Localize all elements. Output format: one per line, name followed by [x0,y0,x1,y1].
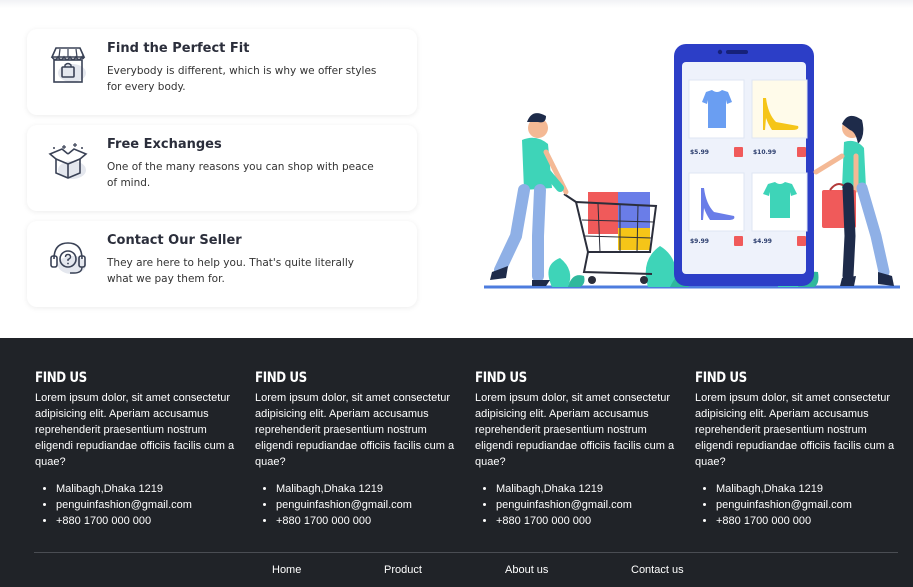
footer-text: Lorem ipsum dolor, sit amet consectetur … [35,392,235,468]
footer-address: Malibagh,Dhaka 1219 [496,481,675,497]
price-label: $4.99 [753,238,772,245]
footer-heading: FIND US [695,370,747,386]
store-icon [46,43,90,87]
feature-card-free-exchanges: Free Exchanges One of the many reasons y… [27,125,417,211]
features-section: Find the Perfect Fit Everybody is differ… [0,0,913,338]
footer-email[interactable]: penguinfashion@gmail.com [56,497,235,513]
feature-title: Contact Our Seller [107,233,242,248]
feature-card-perfect-fit: Find the Perfect Fit Everybody is differ… [27,29,417,115]
footer-contact-list: Malibagh,Dhaka 1219 penguinfashion@gmail… [475,481,675,529]
footer-phone[interactable]: +880 1700 000 000 [496,513,675,529]
footer-heading: FIND US [475,370,527,386]
site-footer: FIND US Lorem ipsum dolor, sit amet cons… [0,338,913,587]
feature-description: One of the many reasons you can shop wit… [107,161,374,189]
footer-contact-list: Malibagh,Dhaka 1219 penguinfashion@gmail… [255,481,455,529]
footer-email[interactable]: penguinfashion@gmail.com [496,497,675,513]
online-shopping-illustration: $5.99 $10.99 $9.99 $4.99 [480,40,905,295]
footer-email[interactable]: penguinfashion@gmail.com [716,497,895,513]
footer-column-find-us: FIND US Lorem ipsum dolor, sit amet cons… [695,370,895,529]
footer-heading: FIND US [255,370,307,386]
price-label: $9.99 [690,238,709,245]
feature-description: Everybody is different, which is why we … [107,65,377,93]
footer-phone[interactable]: +880 1700 000 000 [716,513,895,529]
footer-column-find-us: FIND US Lorem ipsum dolor, sit amet cons… [475,370,675,529]
feature-title: Free Exchanges [107,137,222,152]
feature-card-contact-seller: Contact Our Seller They are here to help… [27,221,417,307]
feature-description: They are here to help you. That's quite … [107,257,354,285]
price-label: $5.99 [690,149,709,156]
footer-divider [34,552,898,553]
footer-column-find-us: FIND US Lorem ipsum dolor, sit amet cons… [255,370,455,529]
footer-phone[interactable]: +880 1700 000 000 [56,513,235,529]
footer-column-find-us: FIND US Lorem ipsum dolor, sit amet cons… [35,370,235,529]
footer-nav-contact-us[interactable]: Contact us [631,564,684,576]
feature-title: Find the Perfect Fit [107,41,250,56]
footer-nav-home[interactable]: Home [272,564,301,576]
footer-email[interactable]: penguinfashion@gmail.com [276,497,455,513]
section-divider-shadow [0,0,913,8]
footer-address: Malibagh,Dhaka 1219 [276,481,455,497]
open-box-icon [46,139,90,183]
footer-text: Lorem ipsum dolor, sit amet consectetur … [475,392,675,468]
footer-heading: FIND US [35,370,87,386]
footer-address: Malibagh,Dhaka 1219 [716,481,895,497]
price-label: $10.99 [753,149,776,156]
footer-contact-list: Malibagh,Dhaka 1219 penguinfashion@gmail… [35,481,235,529]
footer-address: Malibagh,Dhaka 1219 [56,481,235,497]
footer-text: Lorem ipsum dolor, sit amet consectetur … [255,392,455,468]
footer-text: Lorem ipsum dolor, sit amet consectetur … [695,392,895,468]
footer-phone[interactable]: +880 1700 000 000 [276,513,455,529]
footer-nav-about-us[interactable]: About us [505,564,548,576]
footer-contact-list: Malibagh,Dhaka 1219 penguinfashion@gmail… [695,481,895,529]
headset-support-icon [46,235,90,279]
footer-nav-product[interactable]: Product [384,564,422,576]
